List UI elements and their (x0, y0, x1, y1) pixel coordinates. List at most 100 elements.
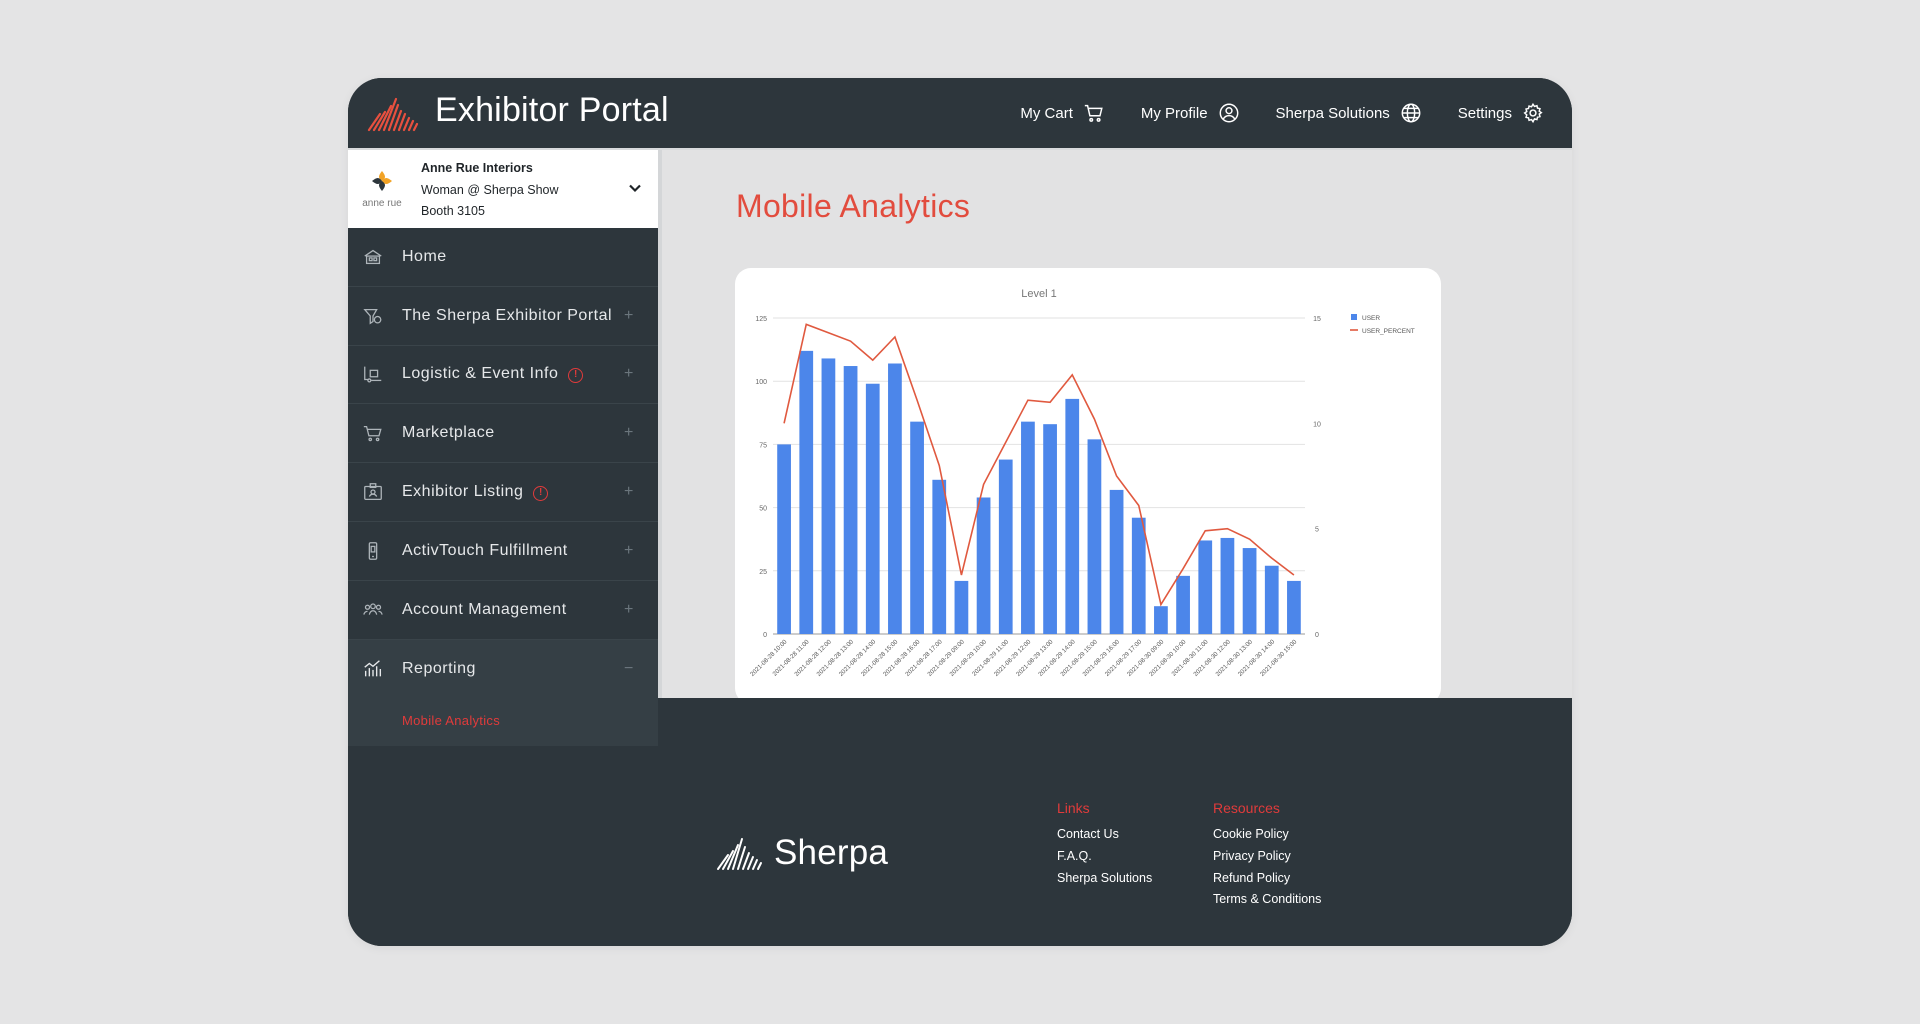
plus-icon[interactable]: + (624, 424, 634, 442)
my-profile-link[interactable]: My Profile (1141, 102, 1240, 124)
footer-link-terms-conditions[interactable]: Terms & Conditions (1213, 889, 1321, 911)
listing-icon (364, 483, 382, 501)
legend-swatch-user (1351, 314, 1357, 320)
app-title: Exhibitor Portal (435, 91, 669, 129)
sidebar-item-activtouch-fulfillment[interactable]: ActivTouch Fulfillment + (348, 522, 658, 581)
y-tick-label-left: 50 (759, 506, 767, 513)
bar (1176, 575, 1190, 634)
chevron-down-icon[interactable] (628, 181, 642, 195)
portal-icon (363, 308, 382, 325)
submenu-item-mobile-analytics[interactable]: Mobile Analytics (348, 698, 658, 746)
sidebar-item-reporting[interactable]: Reporting − (348, 640, 658, 699)
my-cart-link[interactable]: My Cart (1020, 102, 1105, 124)
bar (888, 363, 902, 634)
bar (1264, 565, 1279, 634)
settings-label: Settings (1457, 104, 1512, 122)
users-icon (363, 603, 383, 615)
my-profile-label: My Profile (1140, 104, 1208, 122)
minus-icon[interactable]: − (624, 660, 634, 678)
footer-link-faq[interactable]: F.A.Q. (1057, 846, 1152, 868)
bar (1065, 398, 1080, 634)
plus-icon[interactable]: + (624, 542, 634, 560)
footer-link-sherpa-solutions[interactable]: Sherpa Solutions (1057, 868, 1152, 890)
bar (932, 479, 947, 634)
sidebar-item-account-management[interactable]: Account Management + (348, 581, 658, 640)
bar (777, 444, 791, 634)
account-booth: Booth 3105 (421, 204, 485, 218)
top-header: Exhibitor Portal My Cart My Profile Sher… (348, 78, 1572, 148)
plus-icon[interactable]: + (624, 307, 634, 325)
cart-icon (1084, 104, 1103, 122)
globe-icon (1401, 103, 1421, 123)
account-switcher[interactable]: anne rue Anne Rue Interiors Woman @ Sher… (348, 150, 658, 228)
y-tick-label-left: 25 (759, 569, 767, 576)
account-name: Anne Rue Interiors (421, 161, 533, 175)
app-window: Exhibitor Portal My Cart My Profile Sher… (348, 78, 1572, 946)
plus-icon[interactable]: + (624, 365, 634, 383)
gear-icon (1523, 102, 1543, 124)
y-tick-label-left: 0 (763, 632, 767, 639)
legend-label-user: USER (1362, 315, 1380, 322)
footer-resources-heading: Resources (1213, 800, 1280, 816)
anne-rue-logo: anne rue (362, 171, 402, 209)
sherpa-solutions-label: Sherpa Solutions (1275, 104, 1390, 122)
bar (843, 366, 858, 634)
main-content: Mobile Analytics Level 1 0 25 50 75 100 125 0 5 1… (658, 150, 1572, 704)
sidebar-item-exhibitor-listing[interactable]: Exhibitor Listing! + (348, 463, 658, 522)
sidebar-item-label: Account Management (402, 600, 567, 618)
footer-link-privacy-policy[interactable]: Privacy Policy (1213, 846, 1321, 868)
bar (1131, 517, 1146, 634)
sidebar-item-label: Exhibitor Listing! (402, 483, 549, 502)
y-tick-label-left: 75 (759, 442, 767, 449)
bar (1220, 537, 1235, 634)
top-nav: My Cart My Profile Sherpa Solutions Sett… (1020, 78, 1544, 148)
bar (976, 497, 991, 634)
bar (1087, 439, 1102, 634)
sidebar-item-label: Marketplace (402, 424, 495, 442)
plus-icon[interactable]: + (624, 483, 634, 501)
sidebar-menu: Home The Sherpa Exhibitor Portal + Logis… (348, 228, 658, 747)
line-series-user-percent (783, 323, 1295, 607)
bar (954, 580, 969, 634)
bar (910, 421, 924, 634)
sherpa-solutions-link[interactable]: Sherpa Solutions (1276, 102, 1422, 124)
footer-link-contact-us[interactable]: Contact Us (1057, 824, 1152, 846)
bar (1021, 421, 1035, 634)
home-icon (364, 249, 382, 264)
sidebar-item-label: ActivTouch Fulfillment (402, 541, 568, 559)
bar (865, 383, 880, 634)
y-tick-label-right: 10 (1313, 421, 1321, 428)
account-details: Anne Rue Interiors Woman @ Sherpa Show B… (421, 158, 559, 223)
sidebar-item-label: Home (402, 247, 447, 265)
y-tick-label-left: 125 (755, 316, 767, 323)
sherpa-mountain-logo-icon (717, 838, 762, 870)
analytics-chart: Level 1 0 25 50 75 100 125 0 5 10 15 2021-08-28 10:… (749, 288, 1415, 678)
y-tick-label-right: 5 (1315, 527, 1319, 534)
y-tick-label-left: 100 (755, 379, 767, 386)
reporting-icon (364, 660, 382, 677)
sidebar-item-sherpa-exhibitor-portal[interactable]: The Sherpa Exhibitor Portal + (348, 287, 658, 346)
settings-link[interactable]: Settings (1458, 102, 1544, 124)
footer-links-heading: Links (1057, 800, 1090, 816)
y-tick-label-right: 0 (1315, 632, 1319, 639)
sidebar-item-home[interactable]: Home (348, 228, 658, 287)
mountain-logo-icon (367, 97, 419, 132)
plus-icon[interactable]: + (624, 601, 634, 619)
footer-link-cookie-policy[interactable]: Cookie Policy (1213, 824, 1321, 846)
x-tick-label: 2021-08-28 10:00 (749, 638, 789, 678)
alert-icon: ! (568, 368, 584, 384)
sidebar-item-label: Logistic & Event Info! (402, 365, 584, 384)
page-title: Mobile Analytics (736, 188, 971, 224)
footer-link-refund-policy[interactable]: Refund Policy (1213, 868, 1321, 890)
bar (799, 350, 814, 634)
y-tick-label-right: 15 (1313, 316, 1321, 323)
bar (1109, 489, 1124, 634)
cart-icon (363, 426, 382, 442)
sidebar-item-label: Reporting (402, 659, 476, 677)
footer-links-column: Links Contact Us F.A.Q. Sherpa Solutions (1057, 800, 1152, 889)
bar (1043, 424, 1057, 634)
account-role: Woman @ Sherpa Show (421, 182, 559, 197)
user-circle-icon (1219, 103, 1238, 123)
sidebar-item-marketplace[interactable]: Marketplace + (348, 404, 658, 464)
sidebar-item-logistic-event-info[interactable]: Logistic & Event Info! + (348, 346, 658, 405)
